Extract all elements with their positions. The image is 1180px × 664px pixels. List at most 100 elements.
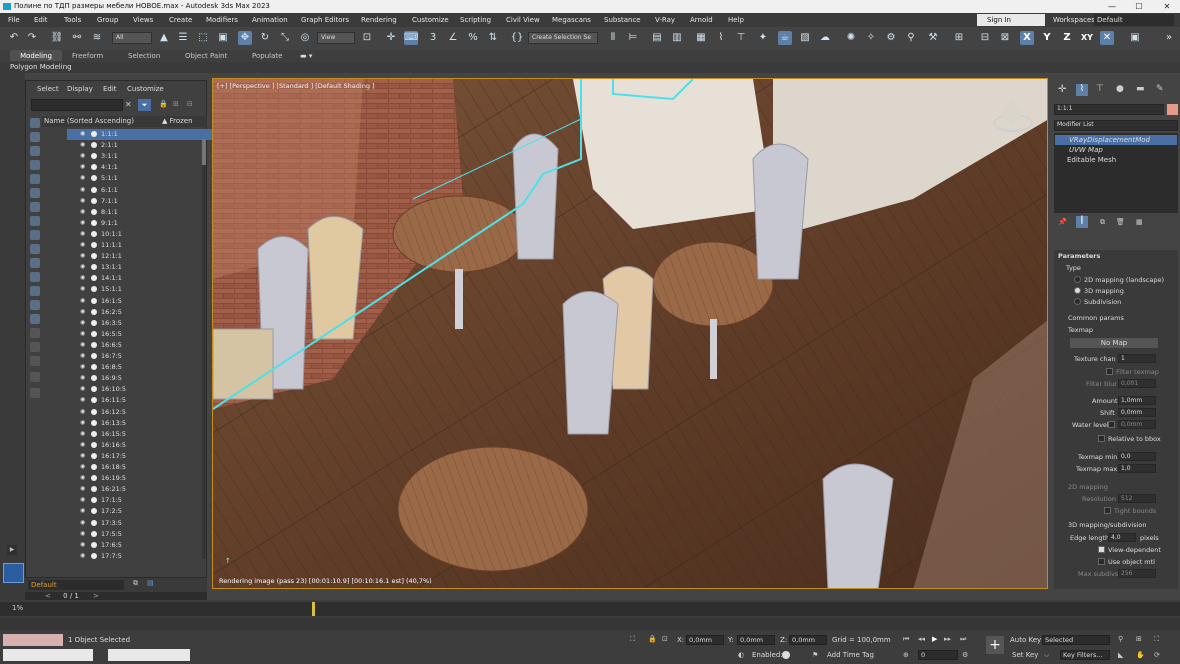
render-bulb-icon[interactable] [91, 319, 97, 326]
scale-icon[interactable]: ⤡ [278, 31, 292, 45]
filter-shapes-icon[interactable] [30, 132, 40, 142]
parameters-title[interactable]: Parameters [1058, 252, 1100, 260]
signin-dropdown[interactable]: Sign In [977, 14, 1045, 26]
zoom-all-icon[interactable]: ⊞ [1136, 635, 1142, 643]
scene-row[interactable]: ◉9:1:1❄ [67, 218, 216, 229]
resolution-spinner[interactable]: 512 [1118, 494, 1156, 503]
render-bulb-icon[interactable] [91, 430, 97, 437]
set-key-big-icon[interactable]: + [986, 636, 1004, 654]
pan-icon[interactable]: ✋ [1136, 651, 1145, 659]
visibility-eye-icon[interactable]: ◉ [80, 341, 88, 349]
redo-icon[interactable]: ↷ [25, 31, 39, 45]
menu-graph-editors[interactable]: Graph Editors [301, 13, 349, 27]
select-by-name-icon[interactable]: ☰ [176, 31, 190, 45]
relative-bbox-checkbox[interactable] [1098, 435, 1105, 442]
object-name-field[interactable]: 1:1:1 [1054, 104, 1164, 115]
rect-selection-icon[interactable]: ⬚ [196, 31, 210, 45]
render-bulb-icon[interactable] [91, 364, 97, 371]
visibility-eye-icon[interactable]: ◉ [80, 152, 88, 160]
menu-group[interactable]: Group [97, 13, 118, 27]
modify-tab-icon[interactable]: ⌇ [1076, 84, 1088, 96]
utilities-tab-icon[interactable]: ✎ [1156, 84, 1164, 94]
visibility-eye-icon[interactable]: ◉ [80, 474, 88, 482]
visibility-eye-icon[interactable]: ◉ [80, 519, 88, 527]
visibility-eye-icon[interactable]: ◉ [80, 530, 88, 538]
filter-invert-icon[interactable] [30, 314, 40, 324]
scene-row[interactable]: ◉16:2:5❄ [67, 307, 216, 318]
scene-row[interactable]: ◉17:7:5❄ [67, 551, 216, 562]
taskbar-item-1[interactable] [3, 649, 93, 661]
render-bulb-icon[interactable] [91, 408, 97, 415]
zoom-icon[interactable]: ⚲ [1118, 635, 1123, 643]
menu-customize[interactable]: Customize [412, 13, 449, 27]
filter-frozen-icon[interactable] [30, 258, 40, 268]
filter-extra-icon-1[interactable] [30, 328, 40, 338]
radio-subdivision[interactable] [1074, 298, 1081, 305]
vray-scene-icon[interactable]: ⚒ [926, 31, 940, 45]
menu-tools[interactable]: Tools [64, 13, 81, 27]
undo-icon[interactable]: ↶ [7, 31, 21, 45]
time-config-icon[interactable]: ⚙ [962, 651, 968, 659]
render-bulb-icon[interactable] [91, 475, 97, 482]
viewcube[interactable] [993, 98, 1033, 139]
render-bulb-icon[interactable] [91, 508, 97, 515]
filter-texmap-checkbox[interactable] [1106, 368, 1113, 375]
ribbon-tab-freeform[interactable]: Freeform [72, 50, 103, 62]
mirror-icon[interactable]: ⫴ [606, 31, 620, 45]
menu-scripting[interactable]: Scripting [460, 13, 491, 27]
maximize-button[interactable]: ☐ [1126, 0, 1152, 13]
menu-animation[interactable]: Animation [252, 13, 288, 27]
visibility-eye-icon[interactable]: ◉ [80, 263, 88, 271]
filter-blur-spinner[interactable]: 0,001 [1118, 379, 1156, 388]
render-bulb-icon[interactable] [91, 452, 97, 459]
texmap-max-spinner[interactable]: 1,0 [1118, 464, 1156, 473]
se-filter-icon[interactable]: ⏷ [138, 99, 151, 111]
toolbar-options-icon[interactable]: ▣ [1128, 31, 1142, 45]
axis-z-button[interactable]: Z [1060, 31, 1074, 45]
scene-row[interactable]: ◉17:6:5❄ [67, 540, 216, 551]
isolate-icon[interactable]: ⛶ [630, 635, 635, 644]
spinner-snap-icon[interactable]: ⇅ [486, 31, 500, 45]
axis-constraint-icon[interactable]: ✕ [1100, 31, 1114, 45]
ribbon-polygon-modeling[interactable]: Polygon Modeling [10, 62, 72, 73]
visibility-eye-icon[interactable]: ◉ [80, 297, 88, 305]
prev-frame-icon[interactable]: ◂◂ [918, 635, 925, 643]
visibility-eye-icon[interactable]: ◉ [80, 541, 88, 549]
taskbar-item-2[interactable] [108, 649, 190, 661]
maxscript-listener[interactable] [3, 634, 63, 646]
goto-end-icon[interactable]: ⏭ [960, 635, 966, 644]
visibility-eye-icon[interactable]: ◉ [80, 496, 88, 504]
link-icon[interactable]: ⛓ [50, 31, 64, 45]
se-hierarchy-icon[interactable]: ⊞ [173, 100, 179, 108]
filter-extra-icon-5[interactable] [30, 388, 40, 398]
snaps-toggle-icon[interactable]: 3 [426, 31, 440, 45]
timeline[interactable]: 1% [0, 600, 1180, 632]
visibility-eye-icon[interactable]: ◉ [80, 186, 88, 194]
render-bulb-icon[interactable] [91, 197, 97, 204]
stack-editable-mesh[interactable]: Editable Mesh [1055, 155, 1177, 165]
render-bulb-icon[interactable] [91, 353, 97, 359]
menu-megascans[interactable]: Megascans [552, 13, 591, 27]
scene-row[interactable]: ◉16:19:5❄ [67, 473, 216, 484]
visibility-eye-icon[interactable]: ◉ [80, 241, 88, 249]
toolbar-misc-icon-2[interactable]: ⊟ [978, 31, 992, 45]
axis-xy-button[interactable]: XY [1080, 31, 1094, 45]
filter-bones-icon[interactable] [30, 230, 40, 240]
create-tab-icon[interactable]: ✛ [1058, 84, 1066, 95]
scene-row[interactable]: ◉4:1:1❄ [67, 162, 216, 173]
unlink-icon[interactable]: ⚯ [70, 31, 84, 45]
layer-stack-icon[interactable]: ⧉ [133, 579, 138, 588]
render-bulb-icon[interactable] [91, 164, 97, 171]
selection-filter-dropdown[interactable]: All [112, 32, 152, 44]
render-bulb-icon[interactable] [91, 142, 97, 149]
auto-key-button[interactable]: Auto Key [1010, 636, 1041, 644]
radio-2d-mapping[interactable] [1074, 276, 1081, 283]
scene-row[interactable]: ◉5:1:1❄ [67, 173, 216, 184]
visibility-eye-icon[interactable]: ◉ [80, 141, 88, 149]
display-tab-icon[interactable]: ▬ [1136, 84, 1145, 94]
menu-create[interactable]: Create [169, 13, 192, 27]
toolbar-misc-icon-3[interactable]: ⊠ [998, 31, 1012, 45]
vray-fb-icon[interactable]: ⚙ [884, 31, 898, 45]
render-bulb-icon[interactable] [91, 153, 97, 160]
current-frame-field[interactable]: 0 [918, 650, 958, 660]
